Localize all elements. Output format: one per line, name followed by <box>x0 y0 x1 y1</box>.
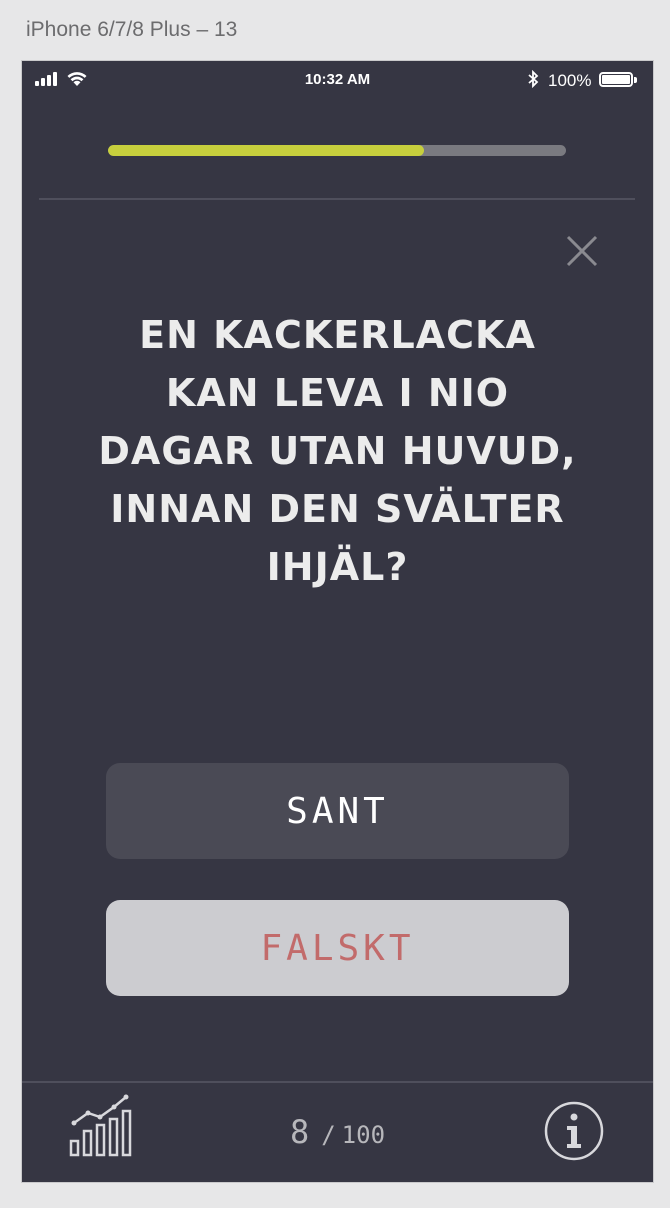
counter-separator: / <box>321 1121 336 1149</box>
status-bar: 10:32 AM 100% <box>22 61 653 101</box>
phone-screen: 10:32 AM 100% EN KACKERLACKA KAN LEVA I … <box>22 61 653 1182</box>
bottom-bar: 8 /100 <box>22 1081 653 1182</box>
artboard-label: iPhone 6/7/8 Plus – 13 <box>26 18 238 41</box>
battery-percentage: 100% <box>548 71 592 90</box>
battery-icon <box>599 72 633 87</box>
progress-fill <box>108 145 425 156</box>
true-button[interactable]: SANT <box>106 763 569 859</box>
progress-bar <box>108 145 566 156</box>
counter-current: 8 <box>289 1113 310 1151</box>
close-icon[interactable] <box>562 231 602 271</box>
info-icon[interactable] <box>543 1100 605 1162</box>
battery-tip <box>634 77 637 83</box>
bluetooth-icon <box>528 70 539 88</box>
counter-total: 100 <box>341 1121 386 1149</box>
false-button[interactable]: FALSKT <box>106 900 569 996</box>
question-text: EN KACKERLACKA KAN LEVA I NIO DAGAR UTAN… <box>98 313 577 589</box>
header-divider <box>39 198 635 200</box>
